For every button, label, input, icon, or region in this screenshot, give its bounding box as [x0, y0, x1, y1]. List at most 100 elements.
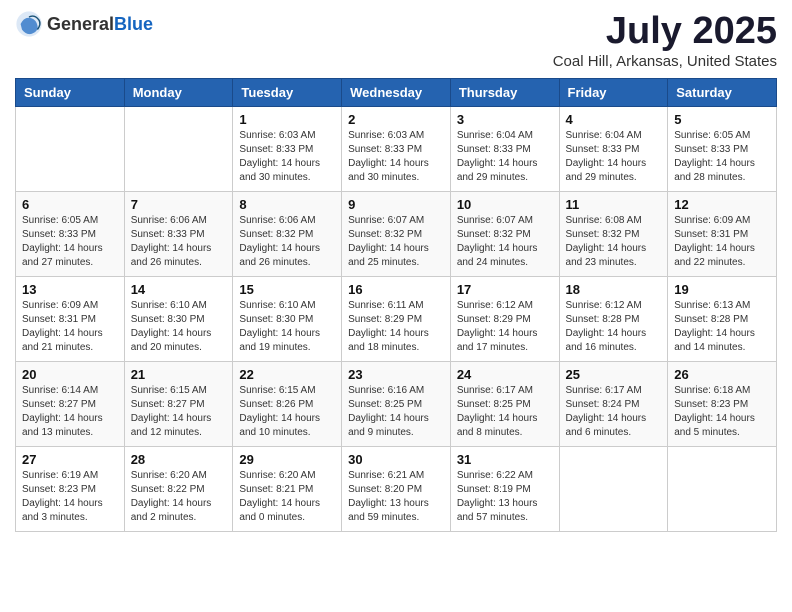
- calendar-cell: 15Sunrise: 6:10 AM Sunset: 8:30 PM Dayli…: [233, 277, 342, 362]
- day-info: Sunrise: 6:15 AM Sunset: 8:26 PM Dayligh…: [239, 384, 335, 440]
- calendar-cell: 17 Sunrise: 6:12 AM Sunset: 8:29 PM Dayli…: [450, 277, 559, 362]
- calendar-cell: [668, 447, 777, 532]
- day-number: 2: [348, 112, 444, 127]
- week-row-2: 6 Sunrise: 6:05 AM Sunset: 8:33 PM Daylig…: [16, 192, 777, 277]
- calendar-cell: 4Sunrise: 6:04 AM Sunset: 8:33 PM Daylig…: [559, 107, 668, 192]
- day-number: 11: [566, 197, 662, 212]
- day-number: 16: [348, 282, 444, 297]
- calendar-cell: [124, 107, 233, 192]
- weekday-header-sunday: Sunday: [16, 79, 125, 107]
- day-info: Sunrise: 6:12 AM Sunset: 8:29 PM Dayligh…: [457, 299, 553, 355]
- calendar-cell: 23Sunrise: 6:16 AM Sunset: 8:25 PM Dayli…: [342, 362, 451, 447]
- day-number: 21: [131, 367, 227, 382]
- day-info: Sunrise: 6:05 AM Sunset: 8:33 PM Dayligh…: [674, 129, 770, 185]
- calendar-cell: 12Sunrise: 6:09 AM Sunset: 8:31 PM Dayli…: [668, 192, 777, 277]
- calendar-cell: 20Sunrise: 6:14 AM Sunset: 8:27 PM Dayli…: [16, 362, 125, 447]
- logo-icon: [15, 10, 43, 38]
- day-number: 18: [566, 282, 662, 297]
- day-number: 5: [674, 112, 770, 127]
- day-info: Sunrise: 6:07 AM Sunset: 8:32 PM Dayligh…: [348, 214, 444, 270]
- day-info: Sunrise: 6:08 AM Sunset: 8:32 PM Dayligh…: [566, 214, 662, 270]
- weekday-header-friday: Friday: [559, 79, 668, 107]
- calendar-cell: 10Sunrise: 6:07 AM Sunset: 8:32 PM Dayli…: [450, 192, 559, 277]
- weekday-header-row: SundayMondayTuesdayWednesdayThursdayFrid…: [16, 79, 777, 107]
- day-info: Sunrise: 6:09 AM Sunset: 8:31 PM Dayligh…: [674, 214, 770, 270]
- day-number: 17: [457, 282, 553, 297]
- day-info: Sunrise: 6:04 AM Sunset: 8:33 PM Dayligh…: [566, 129, 662, 185]
- calendar: SundayMondayTuesdayWednesdayThursdayFrid…: [15, 78, 777, 532]
- calendar-cell: 30 Sunrise: 6:21 AM Sunset: 8:20 PM Dayli…: [342, 447, 451, 532]
- day-info: Sunrise: 6:06 AM Sunset: 8:33 PM Dayligh…: [131, 214, 227, 270]
- day-info: Sunrise: 6:16 AM Sunset: 8:25 PM Dayligh…: [348, 384, 444, 440]
- calendar-cell: [559, 447, 668, 532]
- day-info: Sunrise: 6:18 AM Sunset: 8:23 PM Dayligh…: [674, 384, 770, 440]
- calendar-cell: 16 Sunrise: 6:11 AM Sunset: 8:29 PM Dayli…: [342, 277, 451, 362]
- day-number: 19: [674, 282, 770, 297]
- day-info: Sunrise: 6:05 AM Sunset: 8:33 PM Dayligh…: [22, 214, 118, 270]
- main-title: July 2025: [553, 10, 777, 53]
- day-number: 10: [457, 197, 553, 212]
- page-header: GeneralBlue July 2025 Coal Hill, Arkansa…: [15, 10, 777, 70]
- calendar-cell: 1 Sunrise: 6:03 AM Sunset: 8:33 PM Daylig…: [233, 107, 342, 192]
- calendar-cell: 18 Sunrise: 6:12 AM Sunset: 8:28 PM Dayli…: [559, 277, 668, 362]
- day-info: Sunrise: 6:10 AM Sunset: 8:30 PM Dayligh…: [131, 299, 227, 355]
- day-info: Sunrise: 6:12 AM Sunset: 8:28 PM Dayligh…: [566, 299, 662, 355]
- day-number: 22: [239, 367, 335, 382]
- calendar-cell: 31Sunrise: 6:22 AM Sunset: 8:19 PM Dayli…: [450, 447, 559, 532]
- weekday-header-wednesday: Wednesday: [342, 79, 451, 107]
- day-info: Sunrise: 6:11 AM Sunset: 8:29 PM Dayligh…: [348, 299, 444, 355]
- calendar-cell: 3 Sunrise: 6:04 AM Sunset: 8:33 PM Daylig…: [450, 107, 559, 192]
- calendar-cell: 22 Sunrise: 6:15 AM Sunset: 8:26 PM Dayli…: [233, 362, 342, 447]
- day-info: Sunrise: 6:09 AM Sunset: 8:31 PM Dayligh…: [22, 299, 118, 355]
- calendar-cell: 25Sunrise: 6:17 AM Sunset: 8:24 PM Dayli…: [559, 362, 668, 447]
- logo-blue: Blue: [114, 14, 153, 34]
- day-number: 28: [131, 452, 227, 467]
- calendar-cell: 21Sunrise: 6:15 AM Sunset: 8:27 PM Dayli…: [124, 362, 233, 447]
- weekday-header-tuesday: Tuesday: [233, 79, 342, 107]
- calendar-cell: 27 Sunrise: 6:19 AM Sunset: 8:23 PM Dayli…: [16, 447, 125, 532]
- day-info: Sunrise: 6:21 AM Sunset: 8:20 PM Dayligh…: [348, 469, 444, 525]
- calendar-cell: 9 Sunrise: 6:07 AM Sunset: 8:32 PM Daylig…: [342, 192, 451, 277]
- subtitle: Coal Hill, Arkansas, United States: [553, 53, 777, 70]
- calendar-cell: 28Sunrise: 6:20 AM Sunset: 8:22 PM Dayli…: [124, 447, 233, 532]
- calendar-cell: 8Sunrise: 6:06 AM Sunset: 8:32 PM Daylig…: [233, 192, 342, 277]
- day-number: 26: [674, 367, 770, 382]
- calendar-cell: 7Sunrise: 6:06 AM Sunset: 8:33 PM Daylig…: [124, 192, 233, 277]
- calendar-cell: 26 Sunrise: 6:18 AM Sunset: 8:23 PM Dayli…: [668, 362, 777, 447]
- day-info: Sunrise: 6:06 AM Sunset: 8:32 PM Dayligh…: [239, 214, 335, 270]
- day-number: 1: [239, 112, 335, 127]
- day-number: 27: [22, 452, 118, 467]
- day-number: 30: [348, 452, 444, 467]
- day-info: Sunrise: 6:14 AM Sunset: 8:27 PM Dayligh…: [22, 384, 118, 440]
- day-info: Sunrise: 6:03 AM Sunset: 8:33 PM Dayligh…: [239, 129, 335, 185]
- day-number: 3: [457, 112, 553, 127]
- calendar-cell: 2 Sunrise: 6:03 AM Sunset: 8:33 PM Daylig…: [342, 107, 451, 192]
- weekday-header-thursday: Thursday: [450, 79, 559, 107]
- day-number: 9: [348, 197, 444, 212]
- day-info: Sunrise: 6:19 AM Sunset: 8:23 PM Dayligh…: [22, 469, 118, 525]
- logo-text: GeneralBlue: [47, 14, 153, 35]
- day-number: 6: [22, 197, 118, 212]
- day-info: Sunrise: 6:13 AM Sunset: 8:28 PM Dayligh…: [674, 299, 770, 355]
- week-row-1: 1 Sunrise: 6:03 AM Sunset: 8:33 PM Daylig…: [16, 107, 777, 192]
- day-number: 14: [131, 282, 227, 297]
- calendar-cell: 5 Sunrise: 6:05 AM Sunset: 8:33 PM Daylig…: [668, 107, 777, 192]
- day-info: Sunrise: 6:04 AM Sunset: 8:33 PM Dayligh…: [457, 129, 553, 185]
- logo: GeneralBlue: [15, 10, 153, 38]
- calendar-cell: 29 Sunrise: 6:20 AM Sunset: 8:21 PM Dayli…: [233, 447, 342, 532]
- calendar-cell: 13 Sunrise: 6:09 AM Sunset: 8:31 PM Dayli…: [16, 277, 125, 362]
- week-row-3: 13 Sunrise: 6:09 AM Sunset: 8:31 PM Dayli…: [16, 277, 777, 362]
- calendar-cell: 11 Sunrise: 6:08 AM Sunset: 8:32 PM Dayli…: [559, 192, 668, 277]
- day-info: Sunrise: 6:17 AM Sunset: 8:24 PM Dayligh…: [566, 384, 662, 440]
- calendar-cell: 6 Sunrise: 6:05 AM Sunset: 8:33 PM Daylig…: [16, 192, 125, 277]
- title-area: July 2025 Coal Hill, Arkansas, United St…: [553, 10, 777, 70]
- calendar-cell: 24Sunrise: 6:17 AM Sunset: 8:25 PM Dayli…: [450, 362, 559, 447]
- weekday-header-monday: Monday: [124, 79, 233, 107]
- day-number: 31: [457, 452, 553, 467]
- day-number: 13: [22, 282, 118, 297]
- day-info: Sunrise: 6:03 AM Sunset: 8:33 PM Dayligh…: [348, 129, 444, 185]
- day-info: Sunrise: 6:20 AM Sunset: 8:21 PM Dayligh…: [239, 469, 335, 525]
- day-info: Sunrise: 6:10 AM Sunset: 8:30 PM Dayligh…: [239, 299, 335, 355]
- calendar-cell: [16, 107, 125, 192]
- day-number: 29: [239, 452, 335, 467]
